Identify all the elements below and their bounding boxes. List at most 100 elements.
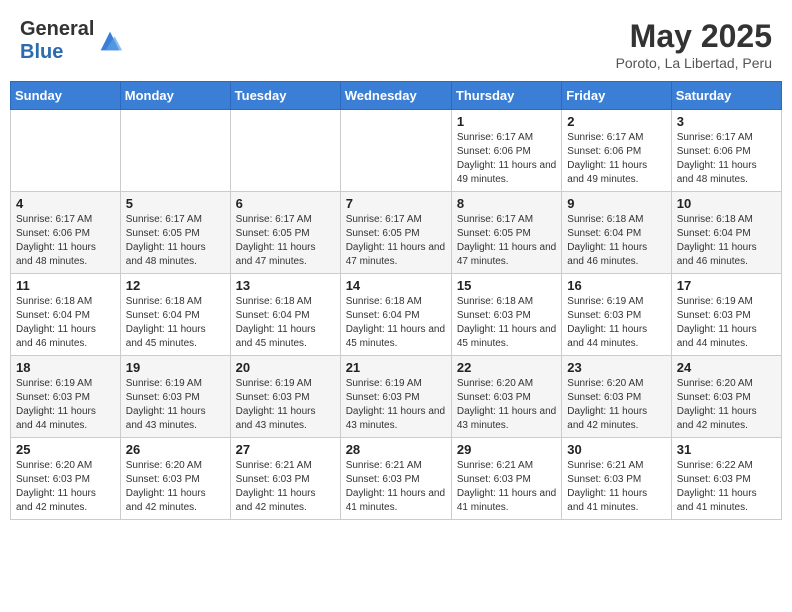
day-info: Sunrise: 6:17 AM Sunset: 6:06 PM Dayligh… — [457, 131, 556, 187]
logo-text: General Blue — [20, 18, 94, 64]
day-cell: 5 Sunrise: 6:17 AM Sunset: 6:05 PM Daylig… — [120, 192, 230, 274]
day-cell: 6 Sunrise: 6:17 AM Sunset: 6:05 PM Daylig… — [230, 192, 340, 274]
day-cell: 29 Sunrise: 6:21 AM Sunset: 6:03 PM Dayli… — [451, 438, 561, 520]
day-info: Sunrise: 6:21 AM Sunset: 6:03 PM Dayligh… — [236, 459, 335, 515]
day-cell — [230, 110, 340, 192]
header-cell-wednesday: Wednesday — [340, 82, 451, 110]
day-cell: 31 Sunrise: 6:22 AM Sunset: 6:03 PM Dayli… — [671, 438, 781, 520]
day-number: 10 — [677, 196, 776, 211]
day-cell: 1 Sunrise: 6:17 AM Sunset: 6:06 PM Daylig… — [451, 110, 561, 192]
week-row-1: 4Sunrise: 6:17 AM Sunset: 6:06 PM Daylig… — [11, 192, 782, 274]
day-cell: 9 Sunrise: 6:18 AM Sunset: 6:04 PM Daylig… — [562, 192, 671, 274]
day-number: 14 — [346, 278, 446, 293]
day-info: Sunrise: 6:18 AM Sunset: 6:03 PM Dayligh… — [457, 295, 556, 351]
logo: General Blue — [20, 18, 124, 64]
day-cell: 30 Sunrise: 6:21 AM Sunset: 6:03 PM Dayli… — [562, 438, 671, 520]
day-number: 12 — [126, 278, 225, 293]
day-cell: 23 Sunrise: 6:20 AM Sunset: 6:03 PM Dayli… — [562, 356, 671, 438]
week-row-3: 18 Sunrise: 6:19 AM Sunset: 6:03 PM Dayli… — [11, 356, 782, 438]
header-cell-sunday: Sunday — [11, 82, 121, 110]
day-info: Sunrise: 6:18 AM Sunset: 6:04 PM Dayligh… — [567, 213, 665, 269]
day-number: 23 — [567, 360, 665, 375]
day-info: Sunrise: 6:18 AM Sunset: 6:04 PM Dayligh… — [16, 295, 115, 351]
day-info: Sunrise: 6:21 AM Sunset: 6:03 PM Dayligh… — [567, 459, 665, 515]
day-number: 28 — [346, 442, 446, 457]
day-number: 29 — [457, 442, 556, 457]
day-info: Sunrise: 6:19 AM Sunset: 6:03 PM Dayligh… — [236, 377, 335, 433]
day-info: Sunrise: 6:18 AM Sunset: 6:04 PM Dayligh… — [236, 295, 335, 351]
day-cell: 12 Sunrise: 6:18 AM Sunset: 6:04 PM Dayli… — [120, 274, 230, 356]
day-cell: 4Sunrise: 6:17 AM Sunset: 6:06 PM Daylig… — [11, 192, 121, 274]
day-cell: 27Sunrise: 6:21 AM Sunset: 6:03 PM Dayli… — [230, 438, 340, 520]
day-info: Sunrise: 6:21 AM Sunset: 6:03 PM Dayligh… — [457, 459, 556, 515]
day-number: 30 — [567, 442, 665, 457]
calendar-body: 1 Sunrise: 6:17 AM Sunset: 6:06 PM Daylig… — [11, 110, 782, 520]
main-title: May 2025 — [616, 18, 772, 55]
day-number: 3 — [677, 114, 776, 129]
day-info: Sunrise: 6:17 AM Sunset: 6:06 PM Dayligh… — [567, 131, 665, 187]
header-cell-friday: Friday — [562, 82, 671, 110]
day-cell — [120, 110, 230, 192]
calendar-header: SundayMondayTuesdayWednesdayThursdayFrid… — [11, 82, 782, 110]
day-number: 18 — [16, 360, 115, 375]
logo-icon — [96, 27, 124, 55]
day-info: Sunrise: 6:18 AM Sunset: 6:04 PM Dayligh… — [346, 295, 446, 351]
day-cell: 22Sunrise: 6:20 AM Sunset: 6:03 PM Dayli… — [451, 356, 561, 438]
week-row-4: 25Sunrise: 6:20 AM Sunset: 6:03 PM Dayli… — [11, 438, 782, 520]
day-info: Sunrise: 6:19 AM Sunset: 6:03 PM Dayligh… — [346, 377, 446, 433]
day-info: Sunrise: 6:20 AM Sunset: 6:03 PM Dayligh… — [126, 459, 225, 515]
day-number: 11 — [16, 278, 115, 293]
day-cell: 13Sunrise: 6:18 AM Sunset: 6:04 PM Dayli… — [230, 274, 340, 356]
day-number: 22 — [457, 360, 556, 375]
day-info: Sunrise: 6:17 AM Sunset: 6:06 PM Dayligh… — [677, 131, 776, 187]
day-cell: 10 Sunrise: 6:18 AM Sunset: 6:04 PM Dayli… — [671, 192, 781, 274]
day-number: 5 — [126, 196, 225, 211]
day-number: 7 — [346, 196, 446, 211]
day-number: 21 — [346, 360, 446, 375]
day-number: 4 — [16, 196, 115, 211]
day-cell: 8Sunrise: 6:17 AM Sunset: 6:05 PM Daylig… — [451, 192, 561, 274]
day-cell: 26 Sunrise: 6:20 AM Sunset: 6:03 PM Dayli… — [120, 438, 230, 520]
day-number: 2 — [567, 114, 665, 129]
day-cell: 14 Sunrise: 6:18 AM Sunset: 6:04 PM Dayli… — [340, 274, 451, 356]
day-cell: 19Sunrise: 6:19 AM Sunset: 6:03 PM Dayli… — [120, 356, 230, 438]
day-number: 15 — [457, 278, 556, 293]
day-cell — [340, 110, 451, 192]
day-info: Sunrise: 6:19 AM Sunset: 6:03 PM Dayligh… — [567, 295, 665, 351]
day-number: 26 — [126, 442, 225, 457]
day-cell: 25Sunrise: 6:20 AM Sunset: 6:03 PM Dayli… — [11, 438, 121, 520]
day-info: Sunrise: 6:19 AM Sunset: 6:03 PM Dayligh… — [126, 377, 225, 433]
header-cell-thursday: Thursday — [451, 82, 561, 110]
day-number: 6 — [236, 196, 335, 211]
day-info: Sunrise: 6:17 AM Sunset: 6:05 PM Dayligh… — [126, 213, 225, 269]
day-info: Sunrise: 6:17 AM Sunset: 6:05 PM Dayligh… — [236, 213, 335, 269]
day-number: 16 — [567, 278, 665, 293]
day-info: Sunrise: 6:21 AM Sunset: 6:03 PM Dayligh… — [346, 459, 446, 515]
day-number: 17 — [677, 278, 776, 293]
day-cell: 11 Sunrise: 6:18 AM Sunset: 6:04 PM Dayli… — [11, 274, 121, 356]
day-info: Sunrise: 6:18 AM Sunset: 6:04 PM Dayligh… — [677, 213, 776, 269]
header-row: SundayMondayTuesdayWednesdayThursdayFrid… — [11, 82, 782, 110]
day-info: Sunrise: 6:20 AM Sunset: 6:03 PM Dayligh… — [567, 377, 665, 433]
day-number: 8 — [457, 196, 556, 211]
day-info: Sunrise: 6:18 AM Sunset: 6:04 PM Dayligh… — [126, 295, 225, 351]
day-number: 1 — [457, 114, 556, 129]
day-info: Sunrise: 6:19 AM Sunset: 6:03 PM Dayligh… — [677, 295, 776, 351]
day-number: 31 — [677, 442, 776, 457]
day-number: 9 — [567, 196, 665, 211]
day-info: Sunrise: 6:19 AM Sunset: 6:03 PM Dayligh… — [16, 377, 115, 433]
day-cell: 20Sunrise: 6:19 AM Sunset: 6:03 PM Dayli… — [230, 356, 340, 438]
logo-general: General — [20, 18, 94, 40]
day-cell: 17 Sunrise: 6:19 AM Sunset: 6:03 PM Dayli… — [671, 274, 781, 356]
day-info: Sunrise: 6:22 AM Sunset: 6:03 PM Dayligh… — [677, 459, 776, 515]
logo-blue: Blue — [20, 41, 63, 63]
day-info: Sunrise: 6:20 AM Sunset: 6:03 PM Dayligh… — [16, 459, 115, 515]
header-cell-tuesday: Tuesday — [230, 82, 340, 110]
day-cell: 24Sunrise: 6:20 AM Sunset: 6:03 PM Dayli… — [671, 356, 781, 438]
day-cell — [11, 110, 121, 192]
week-row-2: 11 Sunrise: 6:18 AM Sunset: 6:04 PM Dayli… — [11, 274, 782, 356]
day-info: Sunrise: 6:17 AM Sunset: 6:05 PM Dayligh… — [346, 213, 446, 269]
day-cell: 15 Sunrise: 6:18 AM Sunset: 6:03 PM Dayli… — [451, 274, 561, 356]
page-header: General Blue May 2025 Poroto, La Liberta… — [10, 10, 782, 75]
day-cell: 3 Sunrise: 6:17 AM Sunset: 6:06 PM Daylig… — [671, 110, 781, 192]
